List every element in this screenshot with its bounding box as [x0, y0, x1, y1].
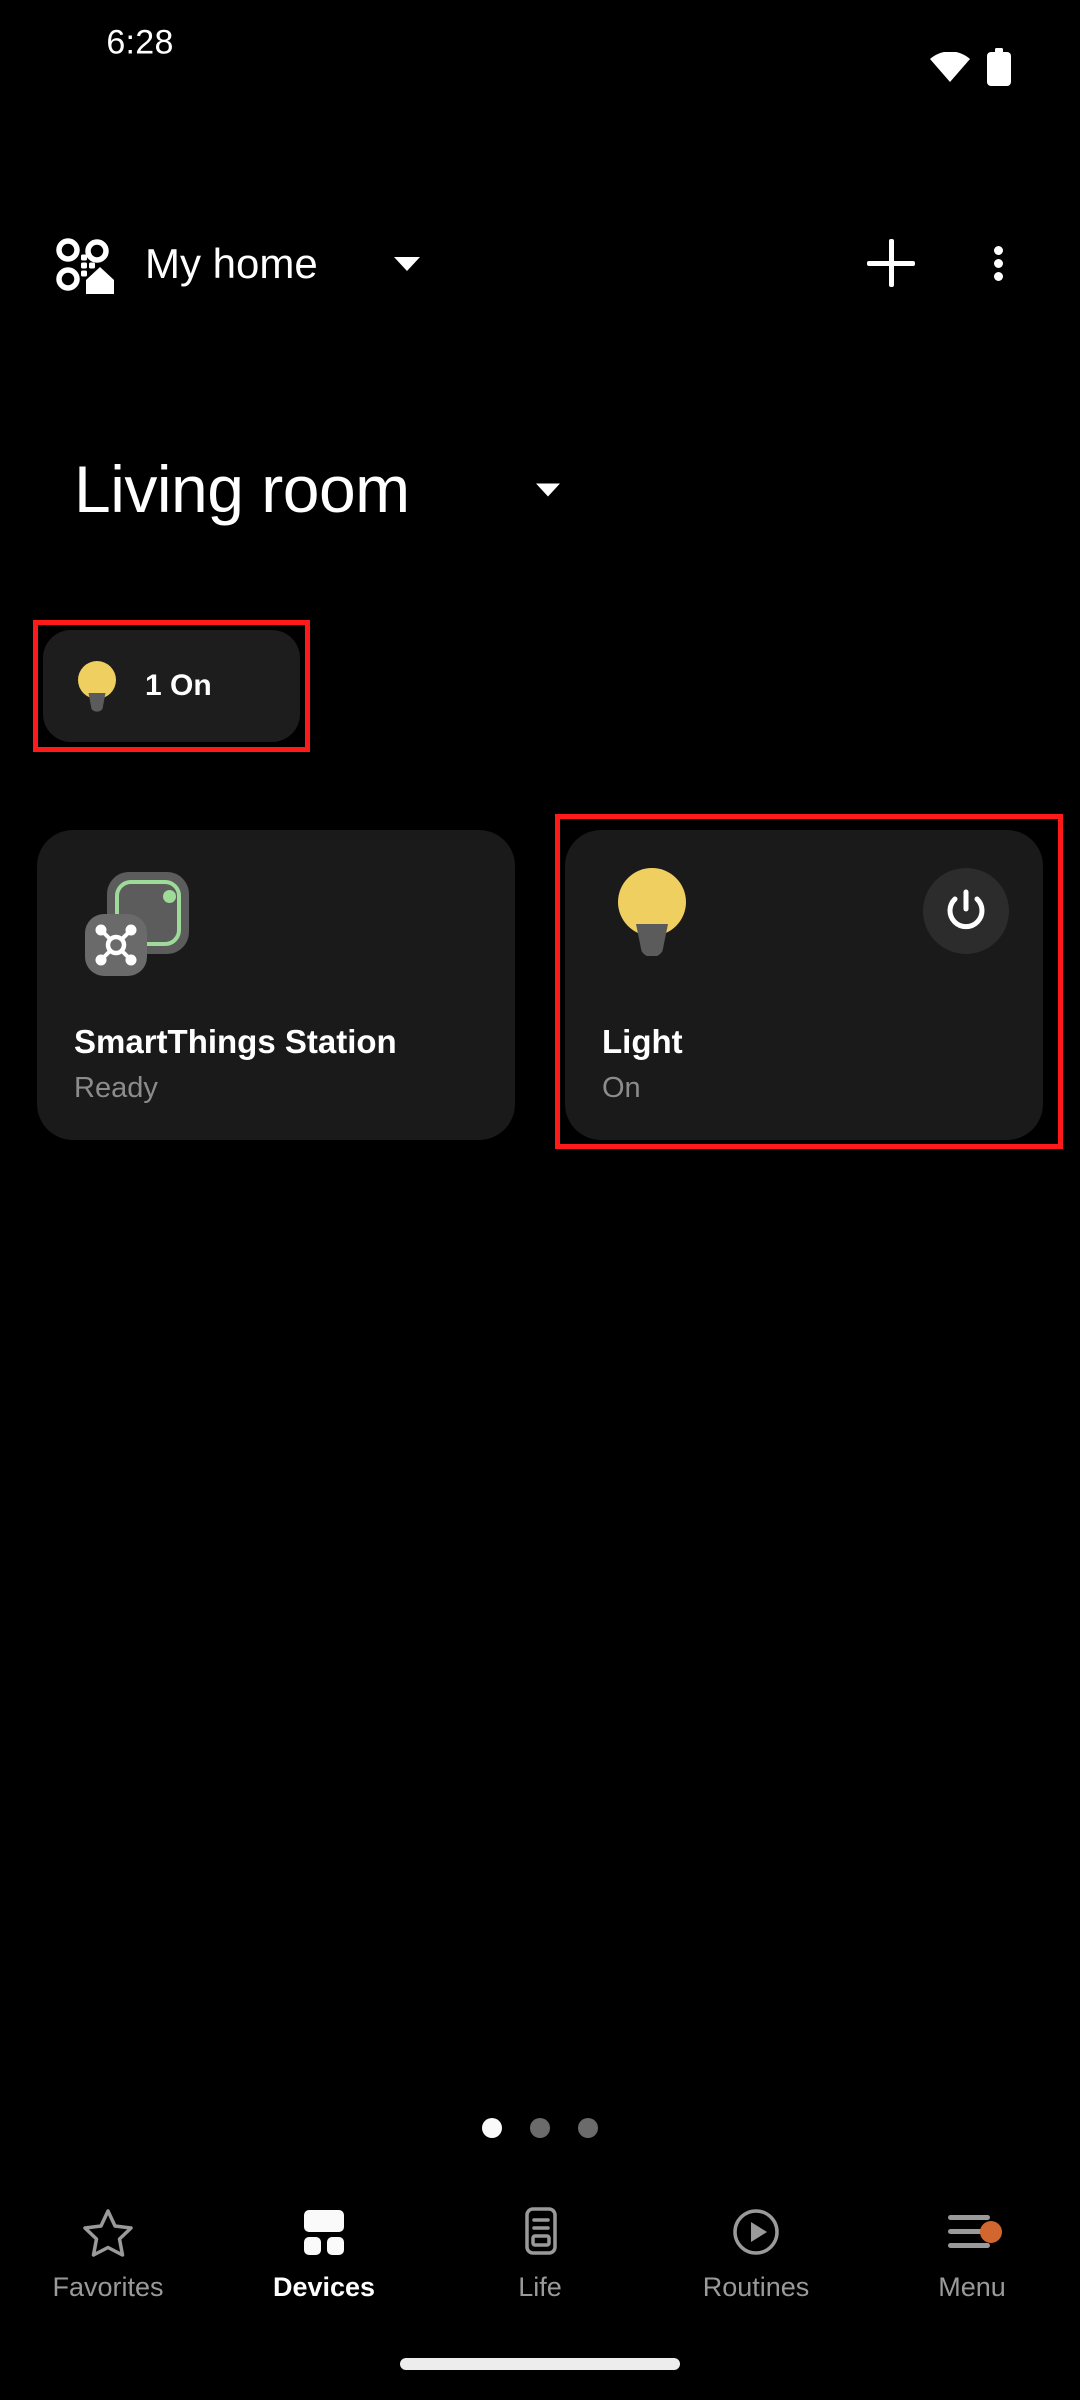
nav-tab-life[interactable]: Life	[432, 2186, 648, 2346]
more-dot	[994, 272, 1003, 281]
nav-tab-menu[interactable]: Menu	[864, 2186, 1080, 2346]
smartthings-logo-icon	[56, 238, 114, 294]
device-name: Light	[602, 1023, 683, 1060]
room-chevron-down-icon[interactable]	[536, 483, 560, 497]
smartthings-devices-screen: 6:28 My home Living room 1 On SmartThing…	[0, 0, 1080, 2400]
nav-label: Life	[518, 2272, 562, 2302]
home-gesture-bar[interactable]	[400, 2358, 680, 2370]
nav-tab-devices[interactable]: Devices	[216, 2186, 432, 2346]
nav-label: Menu	[938, 2272, 1006, 2302]
room-title[interactable]: Living room	[74, 451, 410, 527]
page-indicator	[0, 2112, 1080, 2144]
light-bulb-icon	[78, 661, 116, 712]
home-name-label[interactable]: My home	[145, 240, 318, 288]
page-dot-active[interactable]	[482, 2118, 502, 2138]
chevron-down-icon[interactable]	[394, 257, 420, 271]
more-dot	[994, 246, 1003, 255]
station-status-dot	[163, 890, 176, 903]
light-power-toggle-button[interactable]	[923, 868, 1009, 954]
menu-notification-badge	[980, 2221, 1002, 2243]
nav-label: Devices	[272, 2272, 376, 2302]
device-status: Ready	[74, 1072, 158, 1104]
devices-grid-icon	[296, 2206, 352, 2258]
battery-icon	[987, 48, 1011, 86]
device-card-smartthings-station[interactable]: SmartThings Station Ready	[37, 830, 515, 1140]
bottom-navigation-bar: Favorites Devices Life Routines Menu	[0, 2186, 1080, 2346]
hub-network-icon	[85, 914, 147, 976]
hamburger-icon	[944, 2206, 1002, 2258]
status-bar: 6:28	[0, 0, 1080, 96]
add-device-button[interactable]	[847, 219, 935, 307]
device-name: SmartThings Station	[74, 1023, 397, 1060]
star-outline-icon	[80, 2206, 136, 2258]
more-dot	[994, 259, 1003, 268]
device-status: On	[602, 1072, 641, 1104]
power-icon	[947, 889, 985, 930]
nav-tab-routines[interactable]: Routines	[648, 2186, 864, 2346]
device-card-light[interactable]: Light On	[565, 830, 1043, 1140]
status-bar-clock: 6:28	[106, 23, 174, 62]
life-card-icon	[512, 2206, 568, 2258]
nav-tab-favorites[interactable]: Favorites	[0, 2186, 216, 2346]
nav-label: Favorites	[52, 2272, 164, 2302]
light-bulb-icon	[618, 868, 686, 956]
more-options-button[interactable]	[954, 219, 1042, 307]
play-circle-icon	[728, 2206, 784, 2258]
nav-label: Routines	[702, 2272, 810, 2302]
lights-on-chip[interactable]: 1 On	[43, 630, 300, 742]
lights-on-chip-label: 1 On	[145, 669, 212, 702]
page-dot[interactable]	[578, 2118, 598, 2138]
wifi-icon	[930, 52, 970, 82]
page-dot[interactable]	[530, 2118, 550, 2138]
smartthings-station-icon	[85, 868, 197, 980]
